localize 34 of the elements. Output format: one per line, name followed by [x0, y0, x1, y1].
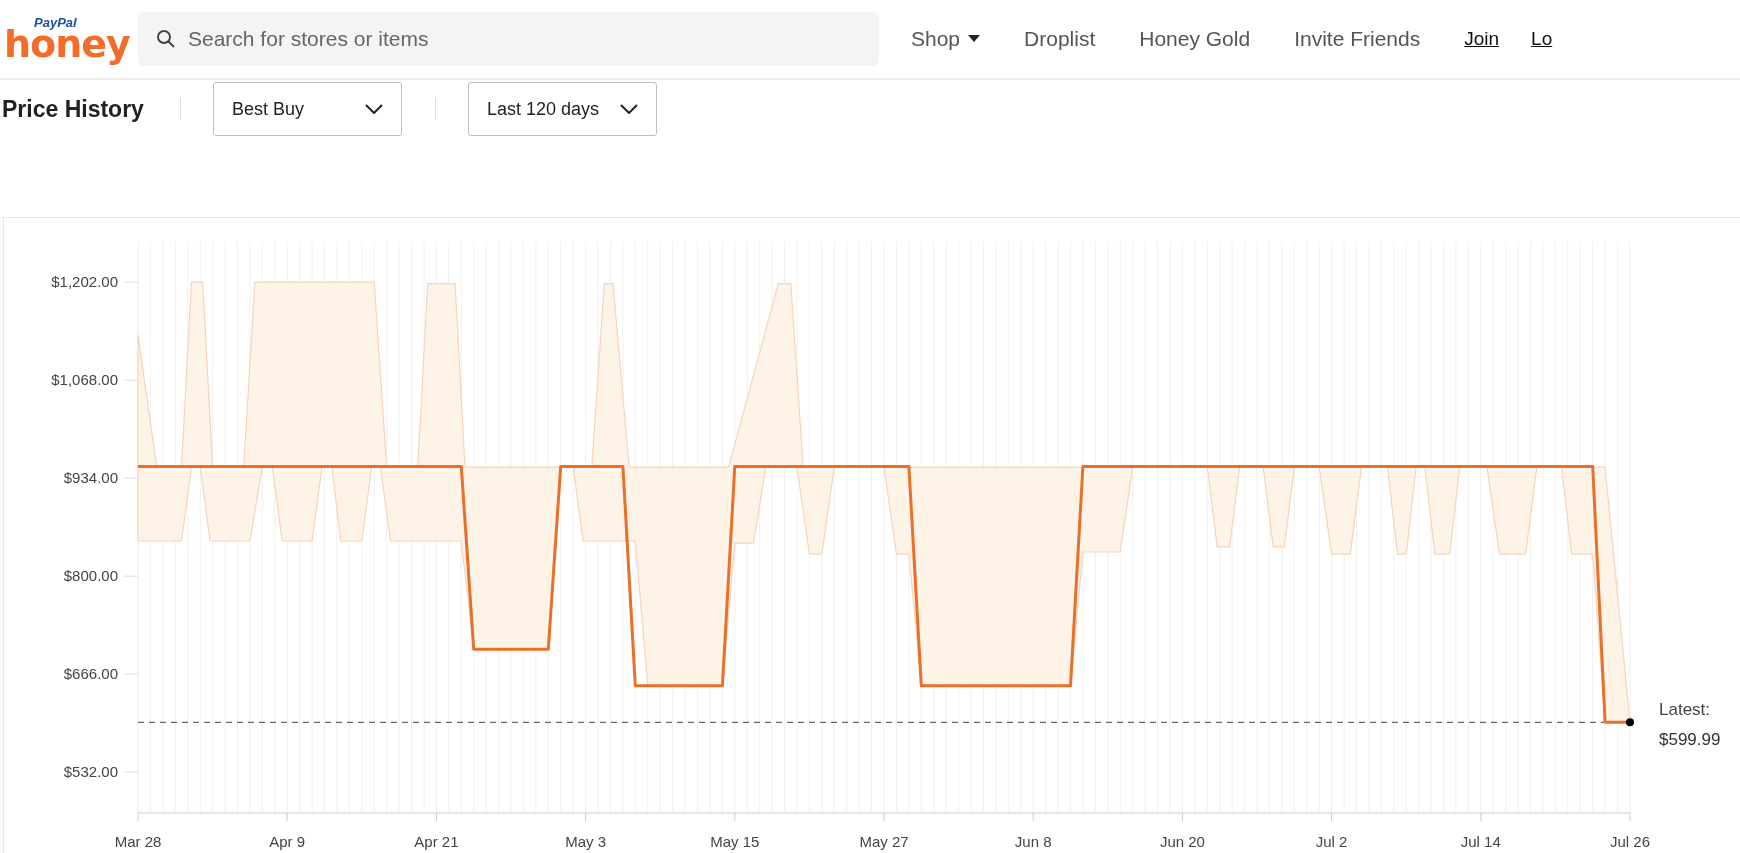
x-axis-label: May 15 — [710, 833, 760, 850]
x-axis-label: Jun 20 — [1159, 833, 1205, 850]
nav-link[interactable]: Honey Gold — [1139, 27, 1251, 51]
latest-price: $599.99 — [1659, 730, 1721, 750]
x-axis-label: Apr 21 — [414, 833, 459, 850]
nav-menu[interactable]: Shop — [911, 27, 981, 51]
x-axis-label: Jul 26 — [1610, 833, 1650, 850]
y-axis-label: $800.00 — [63, 567, 118, 585]
latest-point-marker — [1626, 718, 1634, 727]
x-axis-label: Apr 9 — [269, 833, 306, 850]
y-axis-label: $1,068.00 — [51, 371, 118, 389]
y-axis-label: $666.00 — [63, 665, 118, 683]
filter-dropdown[interactable]: Last 120 days — [468, 82, 657, 136]
y-axis-label: $1,202.00 — [51, 273, 118, 291]
search-field[interactable]: Search for stores or items — [138, 12, 879, 66]
account-link[interactable]: Lo — [1531, 28, 1553, 50]
chevron-down-icon — [620, 104, 638, 114]
logo-subtitle: PayPal — [34, 15, 77, 29]
latest-label: Latest: — [1659, 700, 1711, 720]
y-axis-label: $532.00 — [63, 763, 118, 781]
x-axis-label: May 27 — [859, 833, 909, 850]
x-axis-label: May 3 — [565, 833, 607, 850]
caret-icon — [968, 35, 981, 43]
account-link[interactable]: Join — [1464, 28, 1500, 50]
x-axis-label: Mar 28 — [114, 833, 162, 850]
x-axis-label: Jun 8 — [1014, 833, 1052, 850]
x-axis-label: Jul 2 — [1315, 833, 1348, 850]
page-title: Price History — [1, 95, 145, 123]
x-axis-label: Jul 14 — [1460, 833, 1501, 850]
filter-dropdown[interactable]: Best Buy — [213, 82, 402, 136]
nav-link[interactable]: Invite Friends — [1294, 27, 1421, 51]
nav-link[interactable]: Droplist — [1024, 27, 1096, 51]
chevron-down-icon — [365, 104, 383, 114]
y-axis-label: $934.00 — [63, 469, 118, 487]
